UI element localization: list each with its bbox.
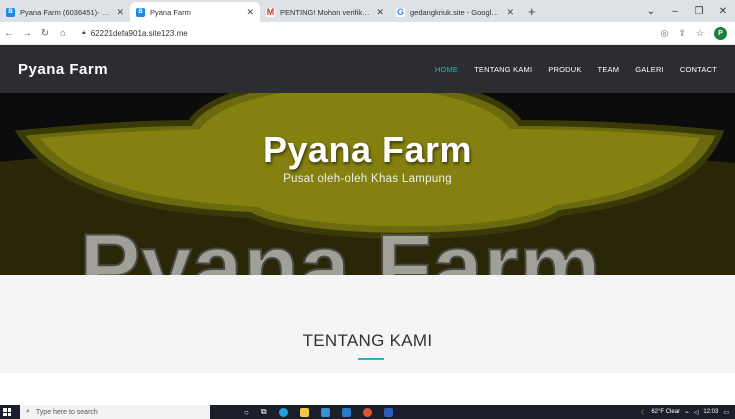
- task-view-icon[interactable]: ⧉: [261, 407, 267, 417]
- menu-produk[interactable]: PRODUK: [548, 65, 581, 74]
- hero-banner: Pyana Farm Pyana Farm Pusat oleh-oleh Kh…: [0, 93, 735, 275]
- bookmark-star-icon[interactable]: ☆: [696, 28, 704, 39]
- close-window-button[interactable]: ✕: [711, 6, 735, 17]
- close-icon[interactable]: ✕: [116, 7, 124, 18]
- site-menu: HOME TENTANG KAMI PRODUK TEAM GALERI CON…: [435, 65, 717, 74]
- back-arrow-icon[interactable]: ←: [0, 28, 18, 39]
- google-icon: G: [396, 7, 405, 17]
- tab-title: Pyana Farm: [150, 7, 191, 17]
- url-text: 62221defa901a.site123.me: [90, 28, 188, 38]
- url-field[interactable]: 🔒︎ 62221defa901a.site123.me: [76, 25, 194, 42]
- taskbar-apps: ○ ⧉: [244, 407, 393, 417]
- notification-icon[interactable]: ▭: [723, 409, 729, 416]
- reload-icon[interactable]: ↻: [36, 28, 54, 39]
- network-icon[interactable]: ⌁: [685, 409, 689, 416]
- cortana-icon[interactable]: ○: [244, 408, 249, 417]
- weather-text[interactable]: 62°F Clear: [651, 409, 680, 415]
- hero-background-text: Pyana Farm: [79, 216, 601, 275]
- chevron-down-icon[interactable]: ⌄: [639, 6, 663, 17]
- tab-title: PENTING! Mohon verifikasi infor: [280, 7, 372, 17]
- browser-tab-editor[interactable]: B Pyana Farm (6036451)- Editor - I ✕: [0, 2, 130, 22]
- minimize-button[interactable]: –: [663, 6, 687, 17]
- close-icon[interactable]: ✕: [506, 7, 514, 18]
- window-controls: ⌄ – ❐ ✕: [639, 0, 735, 22]
- browser-tab-google[interactable]: G gedangkriuk.site - Google Search ✕: [390, 2, 520, 22]
- browser-tab-strip: B Pyana Farm (6036451)- Editor - I ✕ B P…: [0, 0, 735, 22]
- share-icon[interactable]: ⇪: [678, 28, 686, 39]
- site-brand[interactable]: Pyana Farm: [18, 61, 108, 78]
- toolbar-actions: ◎ ⇪ ☆ P: [661, 26, 735, 40]
- menu-contact[interactable]: CONTACT: [680, 65, 717, 74]
- search-icon: ⌕: [26, 408, 30, 415]
- screen: B Pyana Farm (6036451)- Editor - I ✕ B P…: [0, 0, 735, 419]
- address-bar-row: ← → ↻ ⌂ 🔒︎ 62221defa901a.site123.me ◎ ⇪ …: [0, 22, 735, 45]
- profile-avatar[interactable]: P: [714, 26, 727, 40]
- restore-button[interactable]: ❐: [687, 6, 711, 17]
- taskbar-search-input[interactable]: ⌕ Type here to search: [20, 405, 210, 419]
- word-icon[interactable]: [383, 407, 393, 417]
- browser-tab-gmail[interactable]: M PENTING! Mohon verifikasi infor ✕: [260, 2, 390, 22]
- about-section: TENTANG KAMI: [0, 275, 735, 405]
- volume-icon[interactable]: ◁: [694, 409, 699, 416]
- close-icon[interactable]: ✕: [376, 7, 384, 18]
- site-navbar: Pyana Farm HOME TENTANG KAMI PRODUK TEAM…: [0, 45, 735, 93]
- mail-icon[interactable]: [341, 407, 351, 417]
- forward-arrow-icon[interactable]: →: [18, 28, 36, 39]
- menu-team[interactable]: TEAM: [598, 65, 620, 74]
- blogger-icon: B: [6, 7, 15, 17]
- windows-start-icon[interactable]: [0, 405, 14, 419]
- section-title: TENTANG KAMI: [302, 331, 433, 350]
- menu-home[interactable]: HOME: [435, 65, 458, 74]
- hero-title: Pyana Farm: [262, 129, 473, 170]
- lock-icon: 🔒︎: [82, 29, 86, 36]
- file-explorer-icon[interactable]: [299, 407, 309, 417]
- windows-taskbar: ⌕ Type here to search ○ ⧉ ☾ 62°F Clear ⌁…: [0, 405, 735, 419]
- search-placeholder: Type here to search: [35, 408, 98, 416]
- store-icon[interactable]: [320, 407, 330, 417]
- new-tab-button[interactable]: +: [520, 4, 544, 22]
- about-content-area: [0, 373, 735, 405]
- section-divider: [358, 358, 384, 360]
- tab-title: Pyana Farm (6036451)- Editor - I: [20, 7, 113, 17]
- home-icon[interactable]: ⌂: [54, 28, 72, 39]
- chrome-icon[interactable]: [362, 407, 372, 417]
- blogger-icon: B: [136, 7, 145, 17]
- menu-galeri[interactable]: GALERI: [635, 65, 664, 74]
- weather-moon-icon: ☾: [640, 409, 647, 416]
- hero-subtitle: Pusat oleh-oleh Khas Lampung: [283, 173, 452, 185]
- clock[interactable]: 12:03: [703, 409, 718, 415]
- browser-tab-pyana[interactable]: B Pyana Farm ✕: [130, 2, 260, 22]
- google-lens-icon[interactable]: ◎: [661, 28, 669, 39]
- gmail-icon: M: [266, 7, 275, 17]
- close-icon[interactable]: ✕: [246, 7, 254, 18]
- system-tray: ☾ 62°F Clear ⌁ ◁ 12:03 ▭: [641, 409, 735, 416]
- edge-icon[interactable]: [278, 407, 288, 417]
- menu-tentang-kami[interactable]: TENTANG KAMI: [474, 65, 532, 74]
- tab-title: gedangkriuk.site - Google Search: [410, 7, 503, 17]
